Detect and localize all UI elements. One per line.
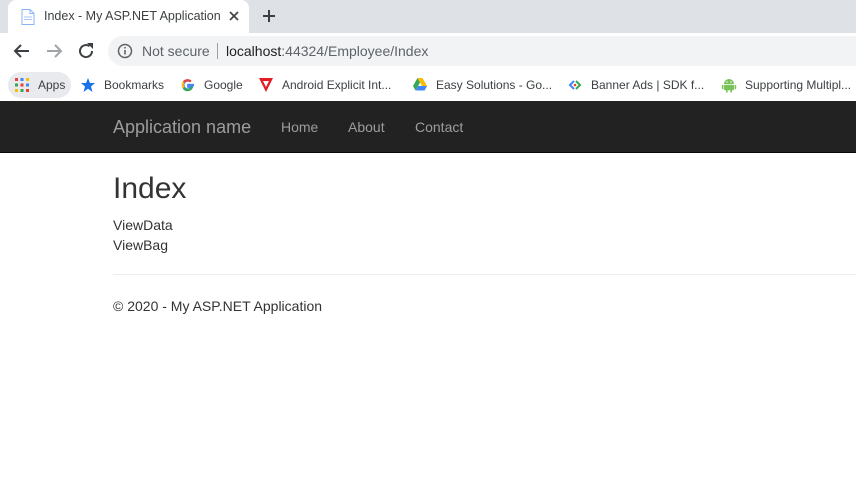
red-triangle-icon bbox=[259, 78, 273, 92]
footer-copyright: © 2020 - My ASP.NET Application bbox=[113, 298, 323, 314]
url-path: :44324/Employee/Index bbox=[281, 43, 429, 59]
viewdata-text: ViewData bbox=[113, 217, 173, 233]
viewbag-text: ViewBag bbox=[113, 237, 169, 253]
bookmark-easy-solutions[interactable]: Easy Solutions - Go... bbox=[412, 72, 552, 98]
nav-link-home[interactable]: Home bbox=[281, 119, 318, 135]
apps-grid-icon bbox=[15, 78, 29, 92]
bookmark-supporting-multiple[interactable]: Supporting Multipl... bbox=[721, 72, 851, 98]
nav-link-about[interactable]: About bbox=[348, 119, 385, 135]
forward-arrow-icon[interactable] bbox=[42, 39, 66, 63]
address-separator bbox=[217, 43, 218, 59]
brand-link[interactable]: Application name bbox=[113, 117, 251, 138]
bookmark-google[interactable]: Google bbox=[180, 72, 243, 98]
nav-link-contact[interactable]: Contact bbox=[415, 119, 463, 135]
url-text[interactable]: localhost:44324/Employee/Index bbox=[226, 43, 428, 59]
bookmarks-bar: Apps Bookmarks Google Android Explicit I… bbox=[0, 69, 856, 101]
bookmark-banner-ads[interactable]: Banner Ads | SDK f... bbox=[567, 72, 704, 98]
bookmark-label: Google bbox=[204, 78, 243, 92]
admob-icon bbox=[568, 80, 582, 90]
page-icon bbox=[21, 9, 35, 25]
security-label[interactable]: Not secure bbox=[142, 43, 210, 59]
bookmark-label: Banner Ads | SDK f... bbox=[591, 78, 705, 92]
site-navbar: Application name Home About Contact bbox=[0, 101, 856, 153]
bookmark-android-explicit[interactable]: Android Explicit Int... bbox=[258, 72, 391, 98]
drive-icon bbox=[413, 78, 427, 91]
star-icon bbox=[81, 78, 95, 92]
android-icon bbox=[721, 79, 737, 93]
browser-tab-strip: Index - My ASP.NET Application bbox=[0, 0, 856, 33]
google-icon bbox=[181, 79, 194, 92]
address-bar[interactable]: Not secure localhost:44324/Employee/Inde… bbox=[108, 36, 856, 66]
url-host: localhost bbox=[226, 43, 282, 59]
new-tab-icon[interactable] bbox=[259, 6, 279, 26]
info-icon[interactable] bbox=[117, 43, 133, 59]
bookmark-label: Bookmarks bbox=[104, 78, 165, 92]
back-arrow-icon[interactable] bbox=[10, 39, 34, 63]
browser-tab[interactable]: Index - My ASP.NET Application bbox=[8, 0, 249, 33]
bookmark-apps[interactable]: Apps bbox=[8, 72, 72, 98]
bookmark-bookmarks[interactable]: Bookmarks bbox=[80, 72, 164, 98]
reload-icon[interactable] bbox=[74, 39, 98, 63]
tab-title: Index - My ASP.NET Application bbox=[44, 9, 221, 23]
bookmark-label: Supporting Multipl... bbox=[745, 78, 852, 92]
page-title: Index bbox=[113, 172, 187, 205]
bookmark-label: Android Explicit Int... bbox=[282, 78, 392, 92]
footer-divider bbox=[113, 274, 856, 275]
close-icon[interactable] bbox=[225, 7, 243, 25]
browser-toolbar: Not secure localhost:44324/Employee/Inde… bbox=[0, 33, 856, 69]
bookmark-label: Apps bbox=[38, 78, 66, 92]
bookmark-label: Easy Solutions - Go... bbox=[436, 78, 553, 92]
